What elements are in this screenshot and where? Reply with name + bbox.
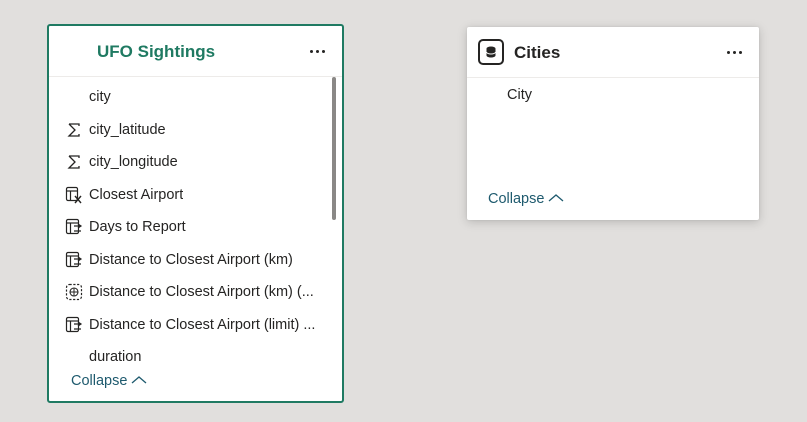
field-label: duration [89,349,142,365]
collapse-button[interactable]: Collapse [488,191,564,207]
card-title: UFO Sightings [97,42,216,61]
scrollbar-thumb[interactable] [332,77,336,220]
more-options-dot [732,50,736,54]
more-options-icon [726,50,730,54]
field-label: Distance to Closest Airport (limit) ... [89,317,316,333]
field-label: city_latitude [89,122,166,138]
field-item-days-to-report[interactable]: Days to Report [49,214,329,240]
collapse-button[interactable]: Collapse [71,373,147,389]
sigma-icon [65,121,83,139]
more-options-button[interactable] [721,40,747,64]
card-title: Cities [514,43,561,62]
chevron-up-icon [548,191,564,207]
field-label: city [89,89,111,105]
measure-table-icon [65,218,83,236]
field-label: Distance to Closest Airport (km) (... [89,284,314,300]
more-options-button[interactable] [304,39,330,63]
field-label: Closest Airport [89,187,184,203]
sigma-icon [65,153,83,171]
field-item-duration[interactable]: duration [49,344,329,370]
measure-table-icon [65,251,83,269]
card-header: UFO Sightings [49,26,342,77]
chevron-up-icon [131,373,147,389]
field-label: Distance to Closest Airport (km) [89,252,293,268]
cities-card[interactable]: Cities City Collapse [467,27,759,220]
field-item-distance-limit[interactable]: Distance to Closest Airport (limit) ... [49,312,329,338]
field-item-city-latitude[interactable]: city_latitude [49,117,329,143]
field-label: city_longitude [89,154,178,170]
field-item-city[interactable]: city [49,84,329,110]
field-item-distance-km-hierarchy[interactable]: Distance to Closest Airport (km) (... [49,279,329,305]
more-options-dot [321,49,325,53]
field-item-city[interactable]: City [507,87,532,103]
field-item-distance-km[interactable]: Distance to Closest Airport (km) [49,247,329,273]
collapse-label: Collapse [71,373,128,389]
collapse-label: Collapse [488,191,545,207]
card-header: Cities [467,27,759,78]
field-label: Days to Report [89,219,186,235]
ufo-sightings-card[interactable]: UFO Sightings city city_latitude city_lo… [47,24,344,403]
more-options-dot [738,50,742,54]
calculated-column-icon [65,186,83,204]
field-item-city-longitude[interactable]: city_longitude [49,149,329,175]
more-options-icon [309,49,313,53]
geo-dashed-icon [65,283,83,301]
field-item-closest-airport[interactable]: Closest Airport [49,182,329,208]
field-list: city city_latitude city_longitude Closes… [49,80,334,373]
more-options-dot [315,49,319,53]
measure-table-icon [65,316,83,334]
database-icon [478,39,504,65]
